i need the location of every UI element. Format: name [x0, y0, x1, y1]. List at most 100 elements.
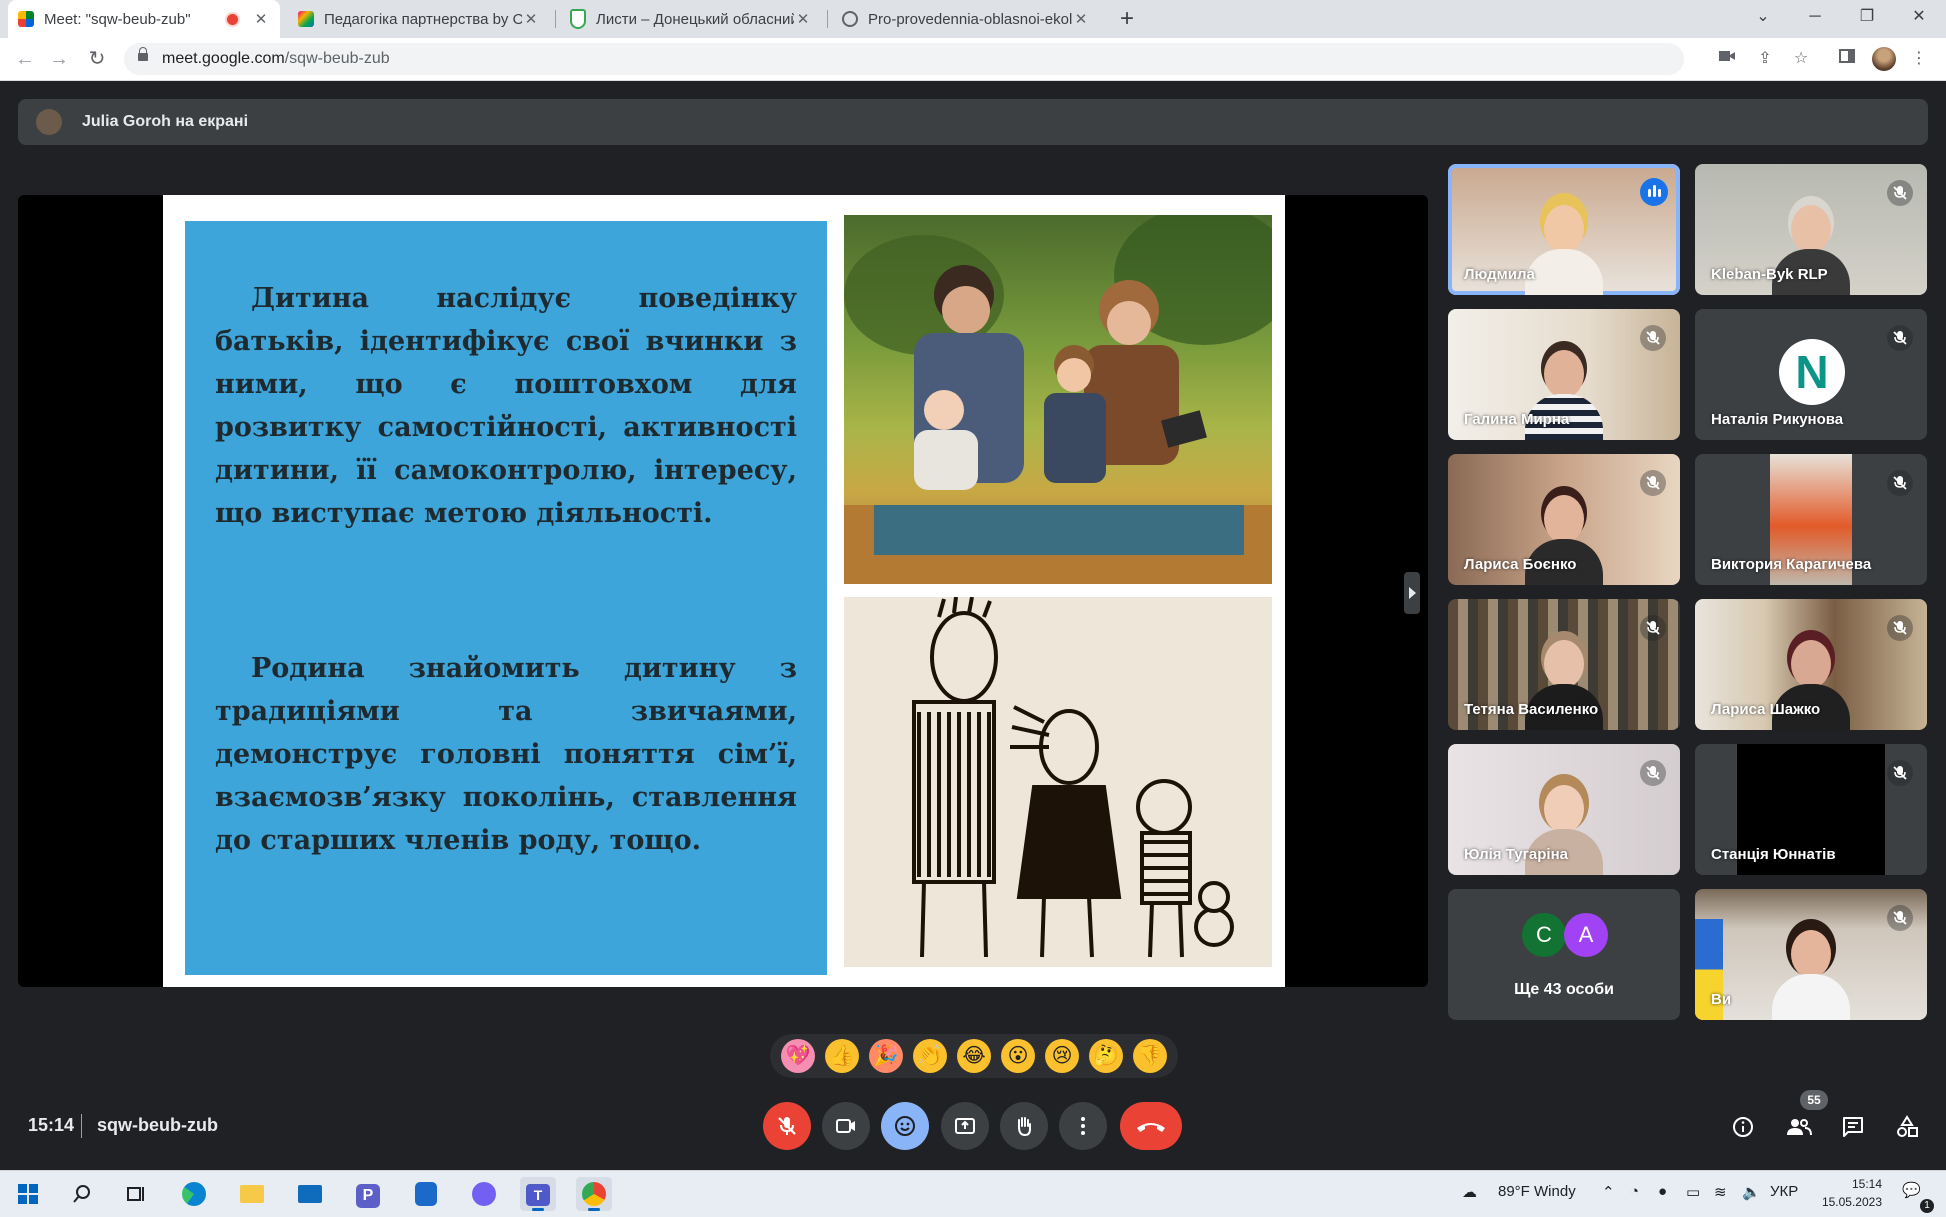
presenter-label: Julia Goroh на екрані	[82, 113, 249, 130]
bookmark-star-icon[interactable]: ☆	[1790, 48, 1812, 70]
camera-toggle-button[interactable]	[822, 1102, 870, 1150]
tab-search-button[interactable]: ⌄	[1740, 0, 1786, 34]
activities-button[interactable]	[1892, 1112, 1922, 1142]
restore-button[interactable]: ❐	[1844, 0, 1890, 34]
tab-padlet[interactable]: Педагогіка партнерства by Оле ✕	[288, 0, 550, 38]
p-app-icon[interactable]: P	[350, 1177, 386, 1211]
reaction-thumbs-up[interactable]: 👍	[825, 1039, 859, 1073]
avatar: A	[1564, 913, 1608, 957]
reactions-button[interactable]	[881, 1102, 929, 1150]
tab-meet[interactable]: Meet: "sqw-beub-zub" ✕	[8, 0, 280, 38]
wifi-icon[interactable]: ◔	[1630, 1183, 1639, 1200]
camera-icon[interactable]	[1716, 48, 1738, 70]
notifications-icon[interactable]: 💬	[1902, 1181, 1921, 1199]
raise-hand-button[interactable]	[1000, 1102, 1048, 1150]
collapse-panel-button[interactable]	[1404, 572, 1420, 614]
reaction-thinking[interactable]: 🤔	[1089, 1039, 1123, 1073]
close-window-button[interactable]: ✕	[1896, 0, 1942, 34]
mic-off-icon	[1887, 325, 1913, 351]
profile-avatar[interactable]	[1872, 47, 1896, 71]
reaction-party-popper[interactable]: 🎉	[869, 1039, 903, 1073]
reaction-laughing[interactable]: 😂	[957, 1039, 991, 1073]
mail-icon[interactable]	[292, 1177, 328, 1211]
task-view-icon[interactable]	[118, 1177, 154, 1211]
battery-icon[interactable]: ▭	[1686, 1183, 1700, 1201]
more-options-button[interactable]	[1059, 1102, 1107, 1150]
reaction-surprised[interactable]: 😮	[1001, 1039, 1035, 1073]
file-explorer-icon[interactable]	[234, 1177, 270, 1211]
people-button[interactable]	[1783, 1112, 1813, 1142]
hand-icon	[1018, 1117, 1031, 1137]
close-icon[interactable]: ✕	[252, 10, 270, 28]
taskbar-date[interactable]: 15.05.2023	[1808, 1195, 1882, 1209]
participant-tile[interactable]: Kleban-Byk RLP	[1695, 164, 1927, 295]
tab-separator	[827, 10, 828, 28]
side-panel-icon[interactable]	[1836, 48, 1858, 70]
cartoon-illustration	[844, 597, 1272, 967]
participant-tile-self[interactable]: Ви	[1695, 889, 1927, 1020]
hang-up-icon	[1137, 1123, 1165, 1132]
tab-letters[interactable]: Листи – Донецький обласний ✕	[560, 0, 822, 38]
chrome-icon[interactable]	[576, 1177, 612, 1211]
meeting-details-button[interactable]	[1728, 1112, 1758, 1142]
network-icon[interactable]: ≋	[1714, 1183, 1727, 1201]
viber-icon[interactable]	[466, 1177, 502, 1211]
tab-separator	[555, 10, 556, 28]
participant-tile[interactable]: Лариса Шажко	[1695, 599, 1927, 730]
volume-icon[interactable]: 🔈	[1742, 1183, 1761, 1201]
participant-tile[interactable]: Виктория Карагичева	[1695, 454, 1927, 585]
presentation-stage: Дитина наслідує поведінку батьків, ідент…	[18, 195, 1428, 987]
mic-tray-icon[interactable]: ●	[1658, 1183, 1667, 1200]
chat-button[interactable]	[1838, 1112, 1868, 1142]
tab-title: Листи – Донецький обласний	[596, 10, 794, 28]
mic-toggle-button[interactable]	[763, 1102, 811, 1150]
close-icon[interactable]: ✕	[794, 10, 812, 28]
recording-icon	[227, 13, 238, 25]
participant-tile[interactable]: Тетяна Василенко	[1448, 599, 1680, 730]
participant-tile[interactable]: Станція Юннатів	[1695, 744, 1927, 875]
tab-title: Pro-provedennia-oblasnoi-ekolo	[868, 10, 1072, 28]
input-language[interactable]: УКР	[1770, 1183, 1798, 1200]
participant-name: Людмила	[1464, 266, 1535, 283]
slide: Дитина наслідує поведінку батьків, ідент…	[163, 195, 1285, 987]
search-icon[interactable]	[64, 1177, 100, 1211]
chevron-up-icon[interactable]: ⌃	[1602, 1183, 1615, 1201]
reaction-sad[interactable]: 😢	[1045, 1039, 1079, 1073]
weather-label[interactable]: 89°F Windy	[1498, 1183, 1576, 1200]
security-app-icon[interactable]	[408, 1177, 444, 1211]
forward-button[interactable]: →	[46, 46, 72, 72]
avatar: N	[1779, 339, 1845, 405]
close-icon[interactable]: ✕	[1072, 10, 1090, 28]
participant-tile[interactable]: N Наталія Рикунова	[1695, 309, 1927, 440]
minimize-button[interactable]: ─	[1792, 0, 1838, 34]
taskbar-time[interactable]: 15:14	[1808, 1177, 1882, 1191]
close-icon[interactable]: ✕	[522, 10, 540, 28]
leave-call-button[interactable]	[1120, 1102, 1182, 1150]
share-icon[interactable]: ⇪	[1754, 48, 1776, 70]
reaction-clapping[interactable]: 👏	[913, 1039, 947, 1073]
url-field[interactable]: meet.google.com/sqw-beub-zub	[124, 43, 1684, 75]
reaction-thumbs-down[interactable]: 👎	[1133, 1039, 1167, 1073]
participant-tile[interactable]: Галина Мирна	[1448, 309, 1680, 440]
edge-browser-icon[interactable]	[176, 1177, 212, 1211]
reaction-sparkling-heart[interactable]: 💖	[781, 1039, 815, 1073]
mic-off-icon	[1640, 470, 1666, 496]
more-participants-tile[interactable]: C A Ще 43 особи	[1448, 889, 1680, 1020]
participant-tile[interactable]: Юлія Тугаріна	[1448, 744, 1680, 875]
teams-icon[interactable]: T	[520, 1177, 556, 1211]
browser-tab-bar: Meet: "sqw-beub-zub" ✕ Педагогіка партне…	[0, 0, 1946, 38]
participant-tile[interactable]: Людмила	[1448, 164, 1680, 295]
present-screen-button[interactable]	[941, 1102, 989, 1150]
new-tab-button[interactable]: +	[1112, 4, 1142, 34]
windows-start-icon[interactable]	[10, 1177, 46, 1211]
kebab-menu-icon[interactable]: ⋮	[1908, 48, 1930, 70]
tab-pro-provedennia[interactable]: Pro-provedennia-oblasnoi-ekolo ✕	[832, 0, 1100, 38]
participant-tile[interactable]: Лариса Боєнко	[1448, 454, 1680, 585]
reload-button[interactable]: ↻	[84, 46, 110, 72]
slide-paragraph-1: Дитина наслідує поведінку батьків, ідент…	[215, 283, 797, 529]
shield-icon	[570, 9, 586, 29]
mic-off-icon	[1887, 760, 1913, 786]
mic-off-icon	[778, 1117, 796, 1135]
mic-off-icon	[1640, 615, 1666, 641]
back-button[interactable]: ←	[12, 46, 38, 72]
